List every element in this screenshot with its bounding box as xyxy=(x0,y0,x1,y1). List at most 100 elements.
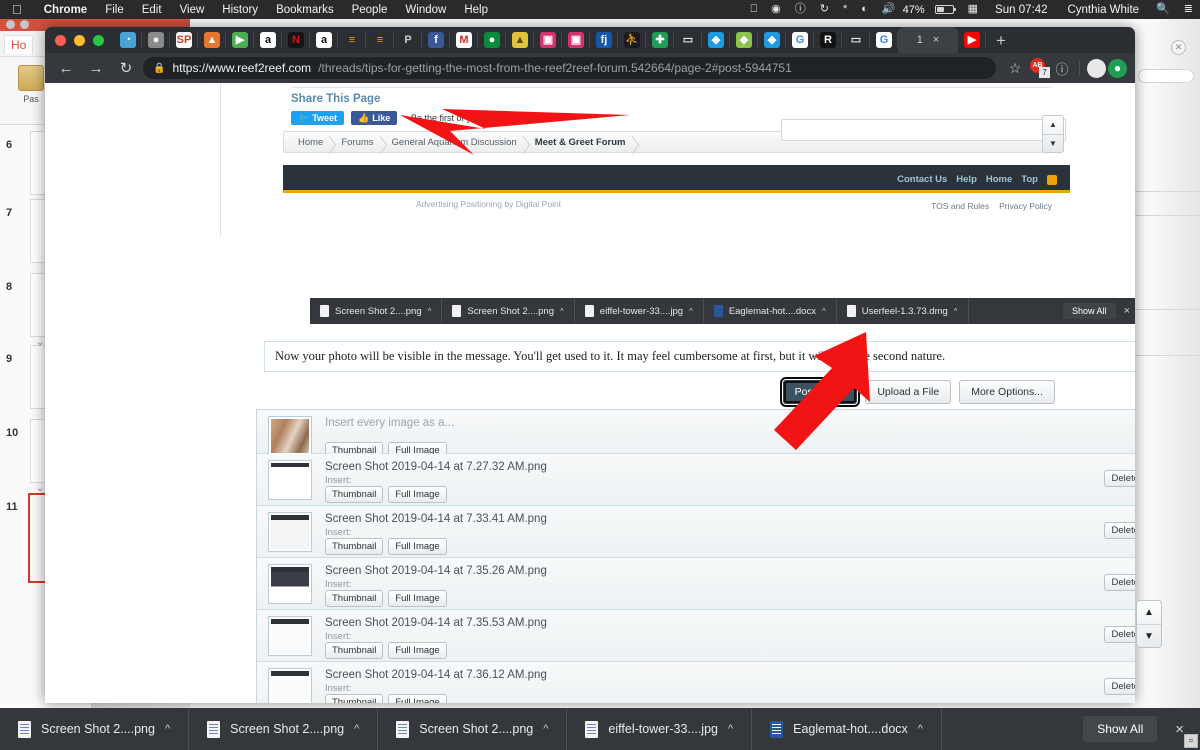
delete-button[interactable]: Delete xyxy=(1103,626,1135,643)
download-item[interactable]: Eaglemat-hot....docx ^ xyxy=(752,708,942,750)
attachment-row-insert-all[interactable]: Insert every image as a... Thumbnail Full … xyxy=(257,410,1135,459)
time-machine-icon[interactable]: ↻ xyxy=(813,4,836,15)
bluetooth-icon[interactable]: * xyxy=(836,4,854,15)
menu-view[interactable]: View xyxy=(171,4,214,16)
pinned-tabs-group[interactable]: ◔ ● SP ▲ ▶ a Na ≡ ≡ Pf M ● ▲ ▣ ▣ fj ⛹ ✚ ▭ ◆ ◆ ◆ G R ▭ G xyxy=(114,27,898,53)
scroll-up-icon[interactable]: ▲ xyxy=(1137,601,1161,624)
green-extension-icon[interactable]: ● xyxy=(1108,58,1127,78)
attachment-insert-buttons[interactable]: Thumbnail Full Image xyxy=(325,694,447,703)
menu-file[interactable]: File xyxy=(96,4,133,16)
back-button[interactable]: ← xyxy=(53,55,79,81)
thumbnail-button[interactable]: Thumbnail xyxy=(325,538,384,555)
show-all-downloads-button[interactable]: Show All xyxy=(1083,716,1158,742)
amazon-tab-2[interactable]: a xyxy=(310,27,338,53)
full-image-button[interactable]: Full Image xyxy=(388,642,447,659)
screen-sharing-icon[interactable]: ⎕ xyxy=(744,4,765,15)
window-controls[interactable] xyxy=(49,34,114,46)
tab-strip[interactable]: ◔ ● SP ▲ ▶ a Na ≡ ≡ Pf M ● ▲ ▣ ▣ fj ⛹ ✚ ▭ ◆ ◆ ◆ G R ▭ G 1 × ▶ + xyxy=(45,27,1135,53)
omnibox-actions[interactable]: ☆ AB 7 ⓘ ● xyxy=(1000,58,1127,78)
message-green-tab[interactable]: ◆ xyxy=(730,27,758,53)
attachment-row[interactable]: Screen Shot 2019-04-14 at 7.33.41 AM.png… xyxy=(257,506,1135,558)
amazon-tab[interactable]: a xyxy=(254,27,282,53)
apple-icon[interactable]:  xyxy=(0,3,35,16)
close-window-button[interactable] xyxy=(55,34,66,46)
full-image-button[interactable]: Full Image xyxy=(388,486,447,503)
info-circle-icon[interactable]: ⓘ xyxy=(788,4,813,15)
adblock-extension-icon[interactable]: AB 7 xyxy=(1028,58,1050,78)
bookmark-star-icon[interactable]: ☆ xyxy=(1004,60,1026,77)
attachment-list[interactable]: Insert every image as a... Thumbnail Full … xyxy=(256,409,1135,703)
cloud-tab[interactable]: ◔ xyxy=(114,27,142,53)
volume-icon[interactable]: 🔊 xyxy=(875,4,903,15)
fj-tab[interactable]: fj xyxy=(590,27,618,53)
reload-button[interactable]: ↻ xyxy=(113,55,139,81)
attachment-row[interactable]: Screen Shot 2019-04-14 at 7.35.26 AM.png… xyxy=(257,558,1135,610)
globe-tab[interactable]: ● xyxy=(142,27,170,53)
ribbon-tab-home[interactable]: Ho xyxy=(4,35,34,54)
full-image-button[interactable]: Full Image xyxy=(388,694,447,703)
keyboard-input-icon[interactable]: ▦ xyxy=(961,4,985,15)
youtube-tab[interactable]: ▶ xyxy=(958,27,986,53)
delete-button[interactable]: Delete xyxy=(1103,574,1135,591)
attachment-insert-buttons[interactable]: Thumbnail Full Image xyxy=(325,590,447,607)
menu-window[interactable]: Window xyxy=(396,4,455,16)
app-window-controls[interactable] xyxy=(6,20,29,29)
active-tab[interactable]: 1 × xyxy=(898,27,958,53)
menu-people[interactable]: People xyxy=(343,4,397,16)
sp-tab[interactable]: SP xyxy=(170,27,198,53)
forward-button[interactable]: → xyxy=(83,55,109,81)
thumbnail-button[interactable]: Thumbnail xyxy=(325,486,384,503)
omnibox-toolbar[interactable]: ← → ↻ 🔒 https://www.reef2reef.com/thread… xyxy=(45,53,1135,83)
gmail-tab[interactable]: M xyxy=(450,27,478,53)
messenger-tab-2[interactable]: ◆ xyxy=(758,27,786,53)
attachment-row[interactable]: Screen Shot 2019-04-14 at 7.27.32 AM.png… xyxy=(257,454,1135,506)
bird-tab[interactable]: ▲ xyxy=(198,27,226,53)
messenger-tab[interactable]: ◆ xyxy=(702,27,730,53)
play-tab[interactable]: ▶ xyxy=(226,27,254,53)
menu-help[interactable]: Help xyxy=(455,4,497,16)
instagram-tab[interactable]: ▣ xyxy=(534,27,562,53)
close-icon[interactable]: ✕ xyxy=(1171,40,1186,55)
download-item[interactable]: Screen Shot 2....png ^ xyxy=(189,708,379,750)
chevron-up-icon[interactable]: ^ xyxy=(165,723,170,735)
minimize-window-button[interactable] xyxy=(74,34,85,46)
download-item[interactable]: eiffel-tower-33....jpg ^ xyxy=(567,708,753,750)
screen-tab[interactable]: ▭ xyxy=(674,27,702,53)
ebay-tab[interactable]: ≡ xyxy=(338,27,366,53)
delete-button[interactable]: Delete xyxy=(1103,470,1135,487)
full-image-button[interactable]: Full Image xyxy=(388,590,447,607)
menu-bar-clock[interactable]: Sun 07:42 xyxy=(985,4,1057,16)
menu-bookmarks[interactable]: Bookmarks xyxy=(267,4,343,16)
menu-history[interactable]: History xyxy=(213,4,267,16)
download-shelf[interactable]: Screen Shot 2....png ^ Screen Shot 2....pn… xyxy=(0,708,1200,750)
chevron-up-icon[interactable]: ^ xyxy=(354,723,359,735)
avatar[interactable] xyxy=(1087,58,1106,78)
scroll-down-icon[interactable]: ▼ xyxy=(1137,624,1161,647)
attachment-insert-buttons[interactable]: Thumbnail Full Image xyxy=(325,538,447,555)
cross-tab[interactable]: ✚ xyxy=(646,27,674,53)
creative-cloud-icon[interactable]: ◉ xyxy=(764,4,788,15)
google-tab-2[interactable]: G xyxy=(870,27,898,53)
chevron-up-icon[interactable]: ^ xyxy=(543,723,548,735)
attachment-insert-buttons[interactable]: Thumbnail Full Image xyxy=(325,486,447,503)
google-tab[interactable]: G xyxy=(786,27,814,53)
macos-menu-bar[interactable]:  Chrome File Edit View History Bookmark… xyxy=(0,0,1200,19)
menu-bar-username[interactable]: Cynthia White xyxy=(1057,4,1149,16)
new-tab-button[interactable]: + xyxy=(986,32,1016,49)
delete-button[interactable]: Delete xyxy=(1103,678,1135,695)
r-tab[interactable]: R xyxy=(814,27,842,53)
download-item[interactable]: Screen Shot 2....png ^ xyxy=(378,708,568,750)
close-icon[interactable]: × xyxy=(933,34,939,46)
thumbnail-button[interactable]: Thumbnail xyxy=(325,642,384,659)
facebook-tab[interactable]: f xyxy=(422,27,450,53)
notification-center-icon[interactable]: ≣ xyxy=(1177,4,1200,15)
tree-tab[interactable]: ● xyxy=(478,27,506,53)
more-options-button[interactable]: More Options... xyxy=(959,380,1055,404)
screen-tab-2[interactable]: ▭ xyxy=(842,27,870,53)
ebay-tab-2[interactable]: ≡ xyxy=(366,27,394,53)
delete-button[interactable]: Delete xyxy=(1103,522,1135,539)
background-input-field[interactable] xyxy=(1138,69,1194,83)
attachment-insert-buttons[interactable]: Thumbnail Full Image xyxy=(325,642,447,659)
wifi-icon[interactable]: ◐ xyxy=(854,4,875,15)
address-bar[interactable]: 🔒 https://www.reef2reef.com/threads/tips… xyxy=(143,57,996,79)
